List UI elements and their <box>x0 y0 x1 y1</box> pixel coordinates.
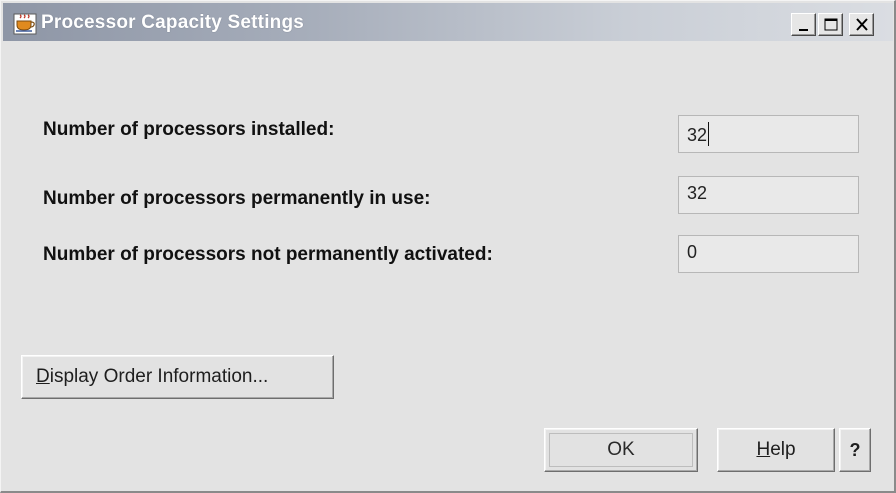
close-icon <box>856 18 868 31</box>
processors-permanently-in-use-value: 32 <box>687 183 708 203</box>
maximize-button[interactable] <box>818 13 843 36</box>
processors-not-activated-value: 0 <box>687 242 698 262</box>
display-order-mnemonic: D <box>36 366 50 387</box>
text-caret <box>708 122 710 146</box>
display-order-information-button[interactable]: Display Order Information... <box>21 355 334 399</box>
minimize-button[interactable] <box>791 13 816 36</box>
window-title: Processor Capacity Settings <box>41 12 305 33</box>
processors-installed-label: Number of processors installed: <box>43 119 335 140</box>
processor-capacity-dialog: Processor Capacity Settings Number of pr… <box>0 0 896 493</box>
java-cup-icon <box>13 13 37 35</box>
display-order-label: isplay Order Information... <box>49 366 269 387</box>
ok-button[interactable]: OK <box>544 428 698 472</box>
processors-installed-value: 32 <box>687 125 708 145</box>
minimize-icon <box>799 29 808 31</box>
question-mark-icon: ? <box>849 439 861 460</box>
processors-installed-field[interactable]: 32 <box>678 115 859 153</box>
processors-permanently-in-use-label: Number of processors permanently in use: <box>43 188 431 209</box>
context-help-button[interactable]: ? <box>839 428 871 472</box>
processors-not-activated-label: Number of processors not permanently act… <box>43 244 493 265</box>
maximize-icon <box>824 18 838 31</box>
help-mnemonic: H <box>756 439 771 460</box>
processors-permanently-in-use-field[interactable]: 32 <box>678 176 859 214</box>
help-label: elp <box>770 439 796 460</box>
help-button[interactable]: Help <box>717 428 835 472</box>
focus-outline <box>549 433 693 467</box>
processors-not-activated-field[interactable]: 0 <box>678 235 859 273</box>
title-bar[interactable]: Processor Capacity Settings <box>3 3 893 41</box>
close-button[interactable] <box>849 13 874 36</box>
